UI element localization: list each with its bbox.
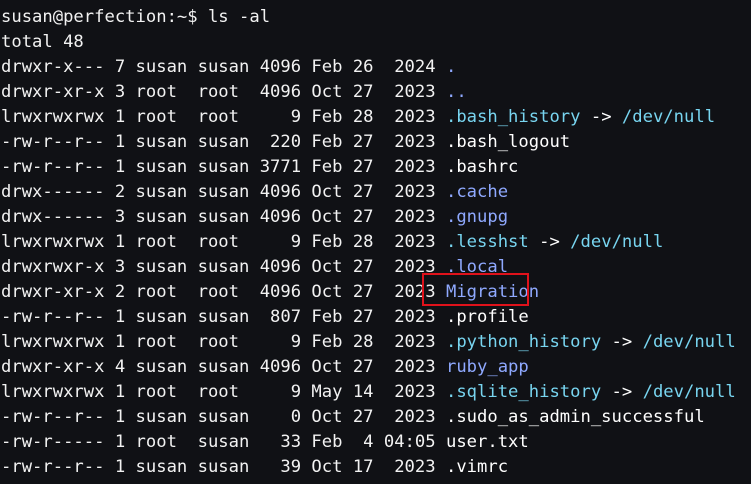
row-meta: drwxr-xr-x 2 root root 4096 Oct 27 2023 <box>1 282 446 302</box>
listing-row: lrwxrwxrwx 1 root root 9 Feb 28 2023 .ba… <box>1 105 715 130</box>
file-name[interactable]: .bash_logout <box>446 132 570 152</box>
file-name[interactable]: .bashrc <box>446 157 518 177</box>
row-meta: -rw-r----- 1 root susan 33 Feb 4 04:05 <box>1 432 446 452</box>
listing-row: -rw-r----- 1 root susan 33 Feb 4 04:05 u… <box>1 430 529 455</box>
listing-row: drwxr-xr-x 3 root root 4096 Oct 27 2023 … <box>1 80 467 105</box>
listing-row: drwx------ 2 susan susan 4096 Oct 27 202… <box>1 180 508 205</box>
row-meta: -rw-r--r-- 1 susan susan 807 Feb 27 2023 <box>1 307 446 327</box>
row-meta: -rw-r--r-- 1 susan susan 220 Feb 27 2023 <box>1 132 446 152</box>
link-target: /dev/null <box>642 332 736 352</box>
listing-row: -rw-r--r-- 1 susan susan 220 Feb 27 2023… <box>1 130 570 155</box>
file-name[interactable]: .profile <box>446 307 529 327</box>
link-target: /dev/null <box>621 107 716 127</box>
listing-row: drwxr-xr-x 4 susan susan 4096 Oct 27 202… <box>1 355 529 380</box>
row-meta: drwx------ 3 susan susan 4096 Oct 27 202… <box>1 207 446 227</box>
listing-row: -rw-r--r-- 1 susan susan 39 Oct 17 2023 … <box>1 455 508 480</box>
row-meta: lrwxrwxrwx 1 root root 9 Feb 28 2023 <box>1 332 446 352</box>
listing-row: -rw-r--r-- 1 susan susan 3771 Feb 27 202… <box>1 155 518 180</box>
file-name[interactable]: . <box>446 57 456 77</box>
row-meta: lrwxrwxrwx 1 root root 9 Feb 28 2023 <box>1 232 446 252</box>
row-meta: lrwxrwxrwx 1 root root 9 May 14 2023 <box>1 382 446 402</box>
total-text: total 48 <box>1 32 84 52</box>
row-meta: -rw-r--r-- 1 susan susan 39 Oct 17 2023 <box>1 457 446 477</box>
row-meta: -rw-r--r-- 1 susan susan 0 Oct 27 2023 <box>1 407 446 427</box>
listing-row: drwx------ 3 susan susan 4096 Oct 27 202… <box>1 205 508 230</box>
link-arrow: -> <box>528 232 571 252</box>
file-name[interactable]: ruby_app <box>446 357 529 377</box>
file-name[interactable]: .. <box>446 82 467 102</box>
highlight-box <box>422 273 529 306</box>
row-meta: drwxr-x--- 7 susan susan 4096 Feb 26 202… <box>1 57 446 77</box>
row-meta: drwxr-xr-x 4 susan susan 4096 Oct 27 202… <box>1 357 446 377</box>
file-name[interactable]: .sqlite_history <box>446 382 601 402</box>
file-name[interactable]: .lesshst <box>446 232 529 252</box>
file-name[interactable]: user.txt <box>446 432 529 452</box>
link-target: /dev/null <box>642 382 736 402</box>
link-arrow: -> <box>580 107 622 127</box>
total-line: total 48 <box>1 30 84 55</box>
link-target: /dev/null <box>570 232 664 252</box>
row-meta: -rw-r--r-- 1 susan susan 3771 Feb 27 202… <box>1 157 446 177</box>
listing-row: lrwxrwxrwx 1 root root 9 Feb 28 2023 .py… <box>1 330 736 355</box>
file-name[interactable]: .vimrc <box>446 457 508 477</box>
prompt-text: susan@perfection:~$ ls -al <box>1 7 271 27</box>
link-arrow: -> <box>601 332 643 352</box>
listing-row: drwxr-x--- 7 susan susan 4096 Feb 26 202… <box>1 55 456 80</box>
file-name[interactable]: .gnupg <box>446 207 508 227</box>
listing-row: lrwxrwxrwx 1 root root 9 Feb 28 2023 .le… <box>1 230 663 255</box>
file-name[interactable]: .sudo_as_admin_successful <box>446 407 705 427</box>
row-meta: drwxrwxr-x 3 susan susan 4096 Oct 27 202… <box>1 257 446 277</box>
terminal-window[interactable]: susan@perfection:~$ ls -al total 48 drwx… <box>0 0 751 484</box>
row-meta: drwx------ 2 susan susan 4096 Oct 27 202… <box>1 182 446 202</box>
listing-row: -rw-r--r-- 1 susan susan 807 Feb 27 2023… <box>1 305 529 330</box>
file-name[interactable]: .bash_history <box>446 107 581 127</box>
prompt-line: susan@perfection:~$ ls -al <box>1 5 270 30</box>
listing-row: -rw-r--r-- 1 susan susan 0 Oct 27 2023 .… <box>1 405 705 430</box>
row-meta: drwxr-xr-x 3 root root 4096 Oct 27 2023 <box>1 82 446 102</box>
link-arrow: -> <box>601 382 643 402</box>
file-name[interactable]: .cache <box>446 182 508 202</box>
row-meta: lrwxrwxrwx 1 root root 9 Feb 28 2023 <box>1 107 446 127</box>
file-name[interactable]: .python_history <box>446 332 601 352</box>
listing-row: lrwxrwxrwx 1 root root 9 May 14 2023 .sq… <box>1 380 736 405</box>
